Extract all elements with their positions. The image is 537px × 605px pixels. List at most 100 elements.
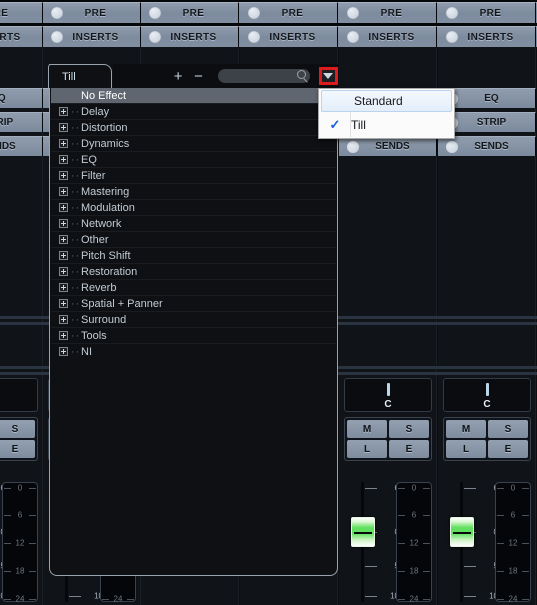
- plugin-category-list[interactable]: ···No Effect···Delay···Distortion···Dyna…: [51, 88, 336, 359]
- plugin-category-item[interactable]: ···No Effect: [51, 88, 336, 104]
- plugin-category-item[interactable]: ···Network: [51, 216, 336, 232]
- sends-button[interactable]: SENDS: [0, 136, 43, 156]
- sends-button[interactable]: SENDS: [339, 136, 437, 156]
- volume-fader[interactable]: 60510: [347, 482, 399, 602]
- led-indicator[interactable]: [347, 140, 359, 153]
- remove-button[interactable]: −: [189, 69, 207, 84]
- led-indicator[interactable]: [149, 31, 161, 43]
- expand-icon[interactable]: [59, 155, 68, 164]
- expand-icon[interactable]: [59, 139, 68, 148]
- plugin-category-item[interactable]: ···Mastering: [51, 184, 336, 200]
- solo-button[interactable]: S: [0, 420, 35, 438]
- plugin-category-item[interactable]: ···Filter: [51, 168, 336, 184]
- sends-label: SENDS: [375, 141, 410, 152]
- tree-connector: ···: [71, 169, 81, 182]
- plugin-category-item[interactable]: ···Restoration: [51, 264, 336, 280]
- plugin-category-item[interactable]: ···Other: [51, 232, 336, 248]
- inserts-button[interactable]: INSERTS: [339, 26, 437, 47]
- expand-icon[interactable]: [59, 251, 68, 260]
- strip-label: STRIP: [0, 117, 14, 128]
- sends-button[interactable]: SENDS: [438, 136, 536, 156]
- search-input[interactable]: [217, 69, 310, 83]
- edit-button[interactable]: E: [0, 440, 35, 458]
- expand-icon[interactable]: [59, 235, 68, 244]
- expand-icon[interactable]: [59, 299, 68, 308]
- inserts-button[interactable]: INSERTS: [43, 26, 141, 47]
- led-indicator[interactable]: [51, 7, 63, 19]
- strip-button[interactable]: STRIP: [0, 112, 43, 132]
- inserts-label: INSERTS: [269, 31, 316, 43]
- plugin-category-item[interactable]: ···Reverb: [51, 280, 336, 296]
- pan-control[interactable]: C: [344, 378, 432, 412]
- plugin-category-item[interactable]: ···EQ: [51, 152, 336, 168]
- pre-button[interactable]: PRE: [141, 2, 239, 23]
- fader-handle[interactable]: [351, 517, 375, 548]
- volume-fader[interactable]: 60510: [446, 482, 498, 602]
- plugin-category-item[interactable]: ···Modulation: [51, 200, 336, 216]
- plugin-category-item[interactable]: ···Pitch Shift: [51, 248, 336, 264]
- tree-connector: ···: [71, 329, 81, 342]
- plugin-category-item[interactable]: ···Surround: [51, 312, 336, 328]
- pre-button[interactable]: PRE: [0, 2, 43, 23]
- pan-needle: [485, 383, 489, 396]
- pre-button[interactable]: PRE: [339, 2, 437, 23]
- plugin-category-item[interactable]: ···Distortion: [51, 120, 336, 136]
- mute-button[interactable]: M: [347, 420, 387, 438]
- pre-button[interactable]: PRE: [438, 2, 536, 23]
- view-preset-dropdown-button[interactable]: [318, 67, 338, 85]
- pre-button[interactable]: PRE: [240, 2, 338, 23]
- expand-icon[interactable]: [59, 171, 68, 180]
- level-meter: 0 6 12 18 24: [396, 482, 432, 604]
- expand-icon[interactable]: [59, 347, 68, 356]
- expand-icon[interactable]: [59, 283, 68, 292]
- led-indicator[interactable]: [446, 31, 458, 43]
- listen-button[interactable]: L: [446, 440, 486, 458]
- expand-icon[interactable]: [59, 107, 68, 116]
- led-indicator[interactable]: [347, 31, 359, 43]
- plugin-category-item[interactable]: ···NI: [51, 344, 336, 359]
- inserts-button[interactable]: INSERTS: [0, 26, 43, 47]
- led-indicator[interactable]: [248, 31, 260, 43]
- listen-button[interactable]: L: [347, 440, 387, 458]
- expand-icon[interactable]: [59, 315, 68, 324]
- mute-button[interactable]: M: [446, 420, 486, 438]
- expand-icon[interactable]: [59, 123, 68, 132]
- tree-connector: ···: [71, 249, 81, 262]
- led-indicator[interactable]: [446, 140, 458, 153]
- expand-icon[interactable]: [59, 187, 68, 196]
- led-indicator[interactable]: [248, 7, 260, 19]
- edit-button[interactable]: E: [389, 440, 429, 458]
- plugin-category-item[interactable]: ···Delay: [51, 104, 336, 120]
- menu-item-till[interactable]: ✓ Till: [319, 113, 454, 137]
- plugin-category-item[interactable]: ···Dynamics: [51, 136, 336, 152]
- led-indicator[interactable]: [347, 7, 359, 19]
- inserts-label: INSERTS: [72, 31, 119, 43]
- inserts-button[interactable]: INSERTS: [438, 26, 536, 47]
- expand-icon[interactable]: [59, 203, 68, 212]
- expand-icon[interactable]: [59, 331, 68, 340]
- plugin-category-item[interactable]: ···Tools: [51, 328, 336, 344]
- eq-button[interactable]: EQ: [0, 88, 43, 108]
- expand-icon[interactable]: [59, 219, 68, 228]
- expand-icon[interactable]: [59, 267, 68, 276]
- menu-item-standard[interactable]: Standard: [321, 90, 452, 112]
- fader-tick: [69, 596, 81, 597]
- led-indicator[interactable]: [446, 7, 458, 19]
- led-indicator[interactable]: [149, 7, 161, 19]
- pan-control[interactable]: C: [443, 378, 531, 412]
- plugin-category-item[interactable]: ···Spatial + Panner: [51, 296, 336, 312]
- browser-tab-till[interactable]: Till: [48, 64, 112, 88]
- inserts-label: INSERTS: [368, 31, 415, 43]
- solo-button[interactable]: S: [488, 420, 528, 438]
- inserts-button[interactable]: INSERTS: [240, 26, 338, 47]
- fader-handle[interactable]: [450, 517, 474, 548]
- row-divider: [0, 23, 537, 26]
- edit-button[interactable]: E: [488, 440, 528, 458]
- pre-button[interactable]: PRE: [43, 2, 141, 23]
- solo-button[interactable]: S: [389, 420, 429, 438]
- pan-control[interactable]: C: [0, 378, 38, 412]
- inserts-button[interactable]: INSERTS: [141, 26, 239, 47]
- led-indicator[interactable]: [51, 31, 63, 43]
- add-button[interactable]: +: [169, 69, 187, 84]
- pan-value-label: C: [384, 399, 392, 410]
